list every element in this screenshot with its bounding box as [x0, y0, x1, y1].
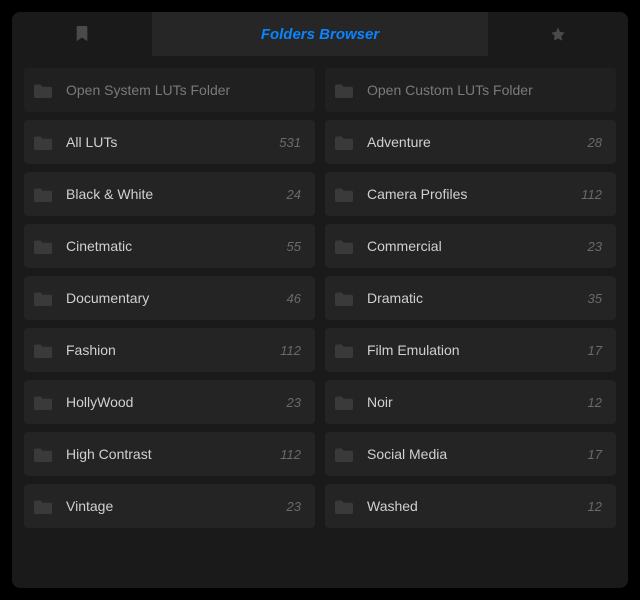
- row-label: Washed: [367, 498, 588, 514]
- folder-row[interactable]: Social Media 17: [325, 432, 616, 476]
- row-label: Dramatic: [367, 290, 588, 306]
- row-label: Camera Profiles: [367, 186, 581, 202]
- row-count: 17: [588, 447, 602, 462]
- folder-row[interactable]: Washed 12: [325, 484, 616, 528]
- folder-row[interactable]: HollyWood 23: [24, 380, 315, 424]
- row-label: Documentary: [66, 290, 287, 306]
- folder-icon: [335, 83, 353, 98]
- row-label: Black & White: [66, 186, 287, 202]
- folder-icon: [34, 83, 52, 98]
- folder-icon: [335, 291, 353, 306]
- footer-space: [24, 536, 616, 576]
- tab-bookmarks[interactable]: [12, 12, 152, 56]
- tab-bar: Folders Browser: [12, 12, 628, 56]
- folder-icon: [34, 239, 52, 254]
- row-label: Social Media: [367, 446, 588, 462]
- row-count: 112: [581, 187, 602, 202]
- folder-icon: [34, 187, 52, 202]
- folder-icon: [335, 343, 353, 358]
- folder-icon: [34, 447, 52, 462]
- row-label: High Contrast: [66, 446, 280, 462]
- bookmark-icon: [75, 26, 89, 42]
- folder-icon: [335, 239, 353, 254]
- folders-grid: Open System LUTs Folder Open Custom LUTs…: [12, 56, 628, 588]
- folder-row[interactable]: Black & White 24: [24, 172, 315, 216]
- folder-row[interactable]: High Contrast 112: [24, 432, 315, 476]
- row-label: Vintage: [66, 498, 287, 514]
- row-count: 12: [588, 395, 602, 410]
- row-count: 28: [588, 135, 602, 150]
- folder-row[interactable]: Cinetmatic 55: [24, 224, 315, 268]
- folder-icon: [335, 187, 353, 202]
- open-system-luts-button[interactable]: Open System LUTs Folder: [24, 68, 315, 112]
- row-label: Adventure: [367, 134, 588, 150]
- row-count: 46: [287, 291, 301, 306]
- row-label: Open System LUTs Folder: [66, 82, 301, 98]
- folder-row[interactable]: Vintage 23: [24, 484, 315, 528]
- row-label: Film Emulation: [367, 342, 588, 358]
- row-label: Commercial: [367, 238, 588, 254]
- tab-favorites[interactable]: [488, 12, 628, 56]
- folder-icon: [34, 499, 52, 514]
- row-count: 112: [280, 343, 301, 358]
- folder-row[interactable]: Dramatic 35: [325, 276, 616, 320]
- row-count: 23: [287, 499, 301, 514]
- folder-icon: [335, 447, 353, 462]
- folder-icon: [34, 343, 52, 358]
- folder-icon: [335, 395, 353, 410]
- row-count: 17: [588, 343, 602, 358]
- row-count: 112: [280, 447, 301, 462]
- folder-row[interactable]: Commercial 23: [325, 224, 616, 268]
- folder-row[interactable]: Adventure 28: [325, 120, 616, 164]
- open-custom-luts-button[interactable]: Open Custom LUTs Folder: [325, 68, 616, 112]
- folder-icon: [34, 291, 52, 306]
- folder-row[interactable]: Film Emulation 17: [325, 328, 616, 372]
- row-label: Fashion: [66, 342, 280, 358]
- folder-row[interactable]: Documentary 46: [24, 276, 315, 320]
- row-label: Cinetmatic: [66, 238, 287, 254]
- row-label: HollyWood: [66, 394, 287, 410]
- row-count: 55: [287, 239, 301, 254]
- row-count: 12: [588, 499, 602, 514]
- star-icon: [550, 26, 566, 42]
- row-count: 24: [287, 187, 301, 202]
- row-label: Noir: [367, 394, 588, 410]
- folder-row[interactable]: Camera Profiles 112: [325, 172, 616, 216]
- row-label: Open Custom LUTs Folder: [367, 82, 602, 98]
- folders-browser-panel: Folders Browser Open System LUTs Folder …: [12, 12, 628, 588]
- folder-row[interactable]: All LUTs 531: [24, 120, 315, 164]
- folder-row[interactable]: Fashion 112: [24, 328, 315, 372]
- tab-folders-browser[interactable]: Folders Browser: [152, 12, 488, 56]
- tab-title: Folders Browser: [261, 26, 379, 43]
- folder-icon: [335, 135, 353, 150]
- folder-row[interactable]: Noir 12: [325, 380, 616, 424]
- row-count: 531: [279, 135, 301, 150]
- row-count: 23: [588, 239, 602, 254]
- folder-icon: [34, 135, 52, 150]
- row-label: All LUTs: [66, 134, 279, 150]
- folder-icon: [335, 499, 353, 514]
- row-count: 23: [287, 395, 301, 410]
- row-count: 35: [588, 291, 602, 306]
- folder-icon: [34, 395, 52, 410]
